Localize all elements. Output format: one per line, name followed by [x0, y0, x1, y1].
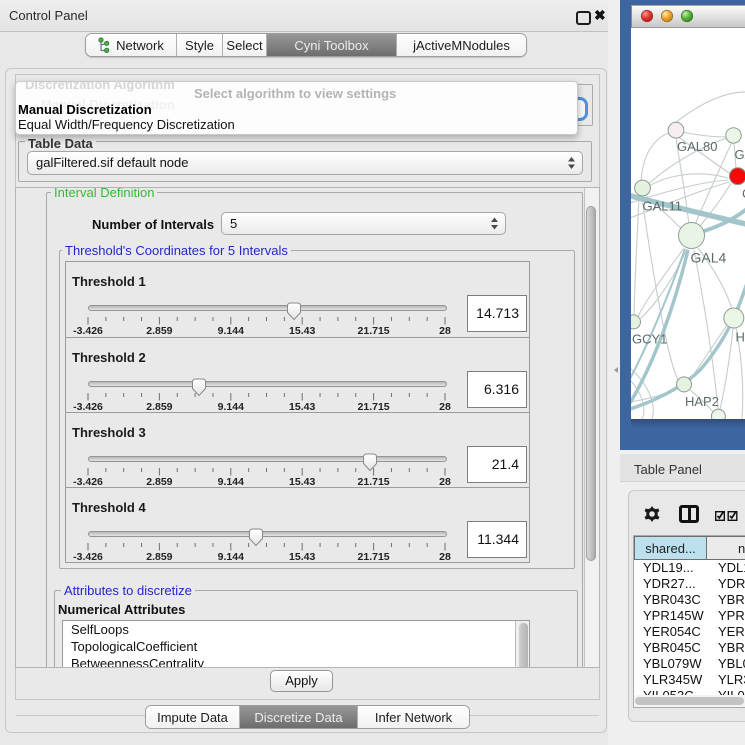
svg-text:GA: GA [735, 147, 745, 162]
svg-text:H: H [736, 330, 745, 345]
svg-text:GAL11: GAL11 [643, 199, 683, 214]
svg-text:GAL4: GAL4 [691, 250, 727, 266]
svg-text:GAL80: GAL80 [677, 139, 717, 154]
svg-text:HAP2: HAP2 [685, 394, 719, 409]
svg-text:GCY1: GCY1 [632, 332, 667, 347]
